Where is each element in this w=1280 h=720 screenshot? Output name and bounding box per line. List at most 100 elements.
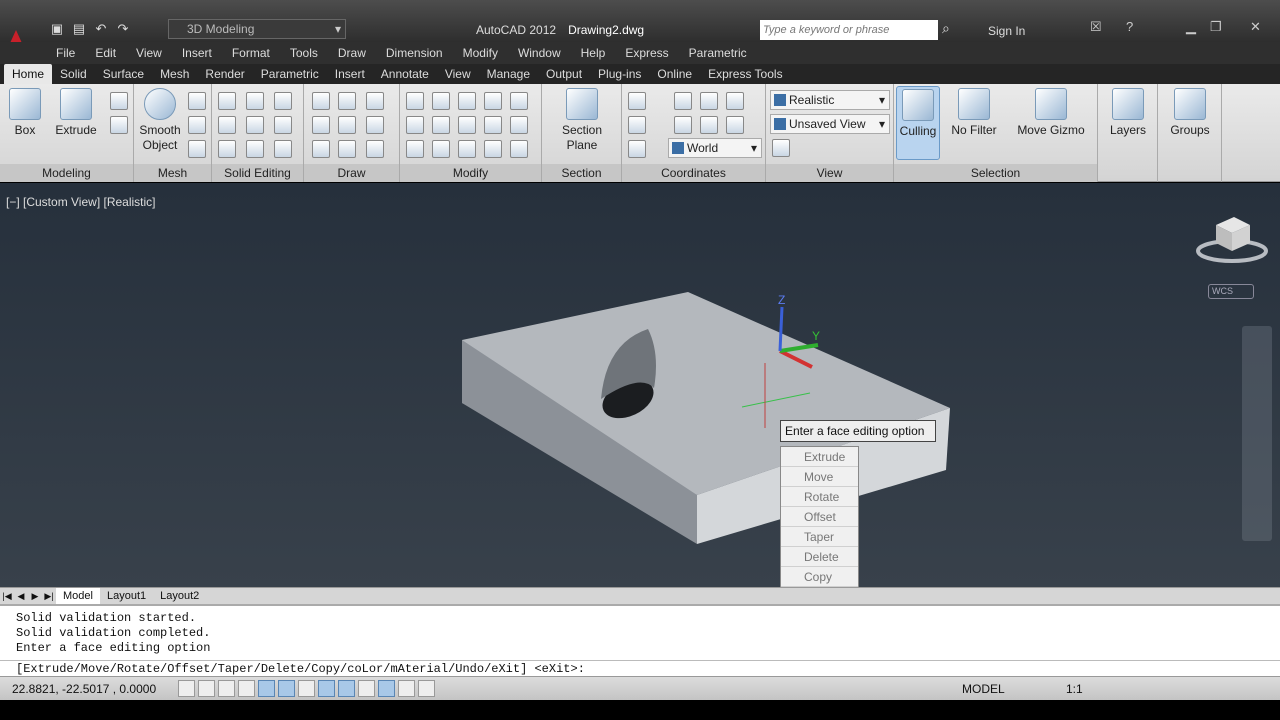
- 3d-array-icon[interactable]: [432, 116, 450, 134]
- drawing-viewport[interactable]: [−] [Custom View] [Realistic] Z Y WCS: [0, 183, 1280, 587]
- ortho-mode-icon[interactable]: [238, 680, 255, 697]
- visual-style-dropdown[interactable]: Realistic: [770, 90, 890, 110]
- ucs-named-icon[interactable]: [628, 116, 646, 134]
- layout-tab-layout2[interactable]: Layout2: [153, 588, 206, 604]
- context-item-offset[interactable]: Offset: [781, 507, 858, 527]
- close-button[interactable]: ✕: [1250, 19, 1261, 35]
- array-icon[interactable]: [510, 140, 528, 158]
- menu-express[interactable]: Express: [615, 42, 678, 64]
- context-item-rotate[interactable]: Rotate: [781, 487, 858, 507]
- save-as-icon[interactable]: ▤: [70, 20, 88, 38]
- 3d-align-icon[interactable]: [406, 116, 424, 134]
- menu-format[interactable]: Format: [222, 42, 280, 64]
- next-layout-icon[interactable]: ▶: [28, 588, 42, 604]
- union-icon[interactable]: [218, 92, 236, 110]
- fillet-icon[interactable]: [510, 116, 528, 134]
- undo-icon[interactable]: ↶: [92, 20, 110, 38]
- panel-title-modify[interactable]: Modify: [400, 164, 541, 182]
- tab-insert[interactable]: Insert: [327, 64, 373, 84]
- ucs-view-icon[interactable]: [726, 116, 744, 134]
- line-icon[interactable]: [338, 116, 356, 134]
- context-item-delete[interactable]: Delete: [781, 547, 858, 567]
- move-icon[interactable]: [458, 92, 476, 110]
- shell-icon[interactable]: [274, 140, 292, 158]
- named-view-dropdown[interactable]: Unsaved View: [770, 114, 890, 134]
- restore-button[interactable]: ❐: [1210, 19, 1222, 35]
- ucs-world-icon[interactable]: [674, 116, 692, 134]
- binoculars-icon[interactable]: ⌕: [942, 20, 950, 37]
- erase-icon[interactable]: [432, 140, 450, 158]
- menu-file[interactable]: File: [46, 42, 85, 64]
- mirror-icon[interactable]: [458, 140, 476, 158]
- polyline-icon[interactable]: [312, 92, 330, 110]
- tab-render[interactable]: Render: [197, 64, 252, 84]
- extrude-faces-icon[interactable]: [274, 92, 292, 110]
- grid-display-icon[interactable]: [218, 680, 235, 697]
- menu-tools[interactable]: Tools: [280, 42, 328, 64]
- ucs-dropdown[interactable]: World: [668, 138, 762, 158]
- context-item-move[interactable]: Move: [781, 467, 858, 487]
- context-item-copy[interactable]: Copy: [781, 567, 858, 587]
- object-snap-icon[interactable]: [278, 680, 295, 697]
- smooth-less-icon[interactable]: [188, 116, 206, 134]
- tab-solid[interactable]: Solid: [52, 64, 95, 84]
- ucs-face-icon[interactable]: [628, 140, 646, 158]
- panel-title-coordinates[interactable]: Coordinates: [622, 164, 765, 182]
- lineweight-icon[interactable]: [378, 680, 395, 697]
- tab-mesh[interactable]: Mesh: [152, 64, 197, 84]
- panel-title-view[interactable]: View: [766, 164, 893, 182]
- ucs-icon[interactable]: [628, 92, 646, 110]
- workspace-dropdown[interactable]: 3D Modeling: [168, 19, 346, 39]
- 3d-object-snap-icon[interactable]: [298, 680, 315, 697]
- separate-icon[interactable]: [274, 116, 292, 134]
- context-item-extrude[interactable]: Extrude: [781, 447, 858, 467]
- match-properties-icon[interactable]: [406, 140, 424, 158]
- panel-title-section[interactable]: Section: [542, 164, 621, 182]
- last-layout-icon[interactable]: ▶|: [42, 588, 56, 604]
- layout-tab-model[interactable]: Model: [56, 588, 100, 604]
- dynamic-input-icon[interactable]: [358, 680, 375, 697]
- copy-icon[interactable]: [484, 116, 502, 134]
- tab-annotate[interactable]: Annotate: [373, 64, 437, 84]
- tab-output[interactable]: Output: [538, 64, 590, 84]
- move-gizmo-button[interactable]: Move Gizmo: [1012, 88, 1090, 138]
- panel-title-selection[interactable]: Selection: [894, 164, 1097, 182]
- panel-title-mesh[interactable]: Mesh: [134, 164, 211, 182]
- infer-constraints-icon[interactable]: [178, 680, 195, 697]
- transparency-icon[interactable]: [398, 680, 415, 697]
- cursor-coordinates[interactable]: 22.8821, -22.5017 , 0.0000: [12, 682, 156, 696]
- search-input[interactable]: Type a keyword or phrase: [760, 20, 938, 40]
- first-layout-icon[interactable]: |◀: [0, 588, 14, 604]
- panel-title-draw[interactable]: Draw: [304, 164, 399, 182]
- menu-insert[interactable]: Insert: [172, 42, 222, 64]
- menu-edit[interactable]: Edit: [85, 42, 126, 64]
- tab-surface[interactable]: Surface: [95, 64, 152, 84]
- 3d-move-icon[interactable]: [406, 92, 424, 110]
- object-snap-tracking-icon[interactable]: [318, 680, 335, 697]
- rectangle-icon[interactable]: [338, 140, 356, 158]
- smooth-more-icon[interactable]: [188, 92, 206, 110]
- ucs-x-icon[interactable]: [674, 92, 692, 110]
- panel-title-solid-editing[interactable]: Solid Editing: [212, 164, 303, 182]
- groups-button[interactable]: Groups: [1166, 88, 1214, 138]
- spline-icon[interactable]: [312, 116, 330, 134]
- ucs-z-icon[interactable]: [726, 92, 744, 110]
- menu-dimension[interactable]: Dimension: [376, 42, 453, 64]
- viewcube[interactable]: [1196, 217, 1268, 263]
- quick-properties-icon[interactable]: [418, 680, 435, 697]
- section-plane-button[interactable]: Section Plane: [550, 88, 614, 153]
- tab-manage[interactable]: Manage: [479, 64, 538, 84]
- no-filter-button[interactable]: No Filter: [948, 88, 1000, 138]
- offset-icon[interactable]: [458, 116, 476, 134]
- exchange-icon[interactable]: ☒: [1090, 19, 1102, 35]
- revcloud-icon[interactable]: [338, 92, 356, 110]
- culling-button[interactable]: Culling: [896, 86, 940, 160]
- wcs-menu[interactable]: WCS: [1208, 284, 1254, 299]
- menu-modify[interactable]: Modify: [453, 42, 508, 64]
- annotation-scale[interactable]: 1:1: [1066, 682, 1083, 696]
- polygon-icon[interactable]: [312, 140, 330, 158]
- layers-button[interactable]: Layers: [1106, 88, 1150, 138]
- save-icon[interactable]: ▣: [48, 20, 66, 38]
- rotate-icon[interactable]: [484, 92, 502, 110]
- circle-icon[interactable]: [366, 116, 384, 134]
